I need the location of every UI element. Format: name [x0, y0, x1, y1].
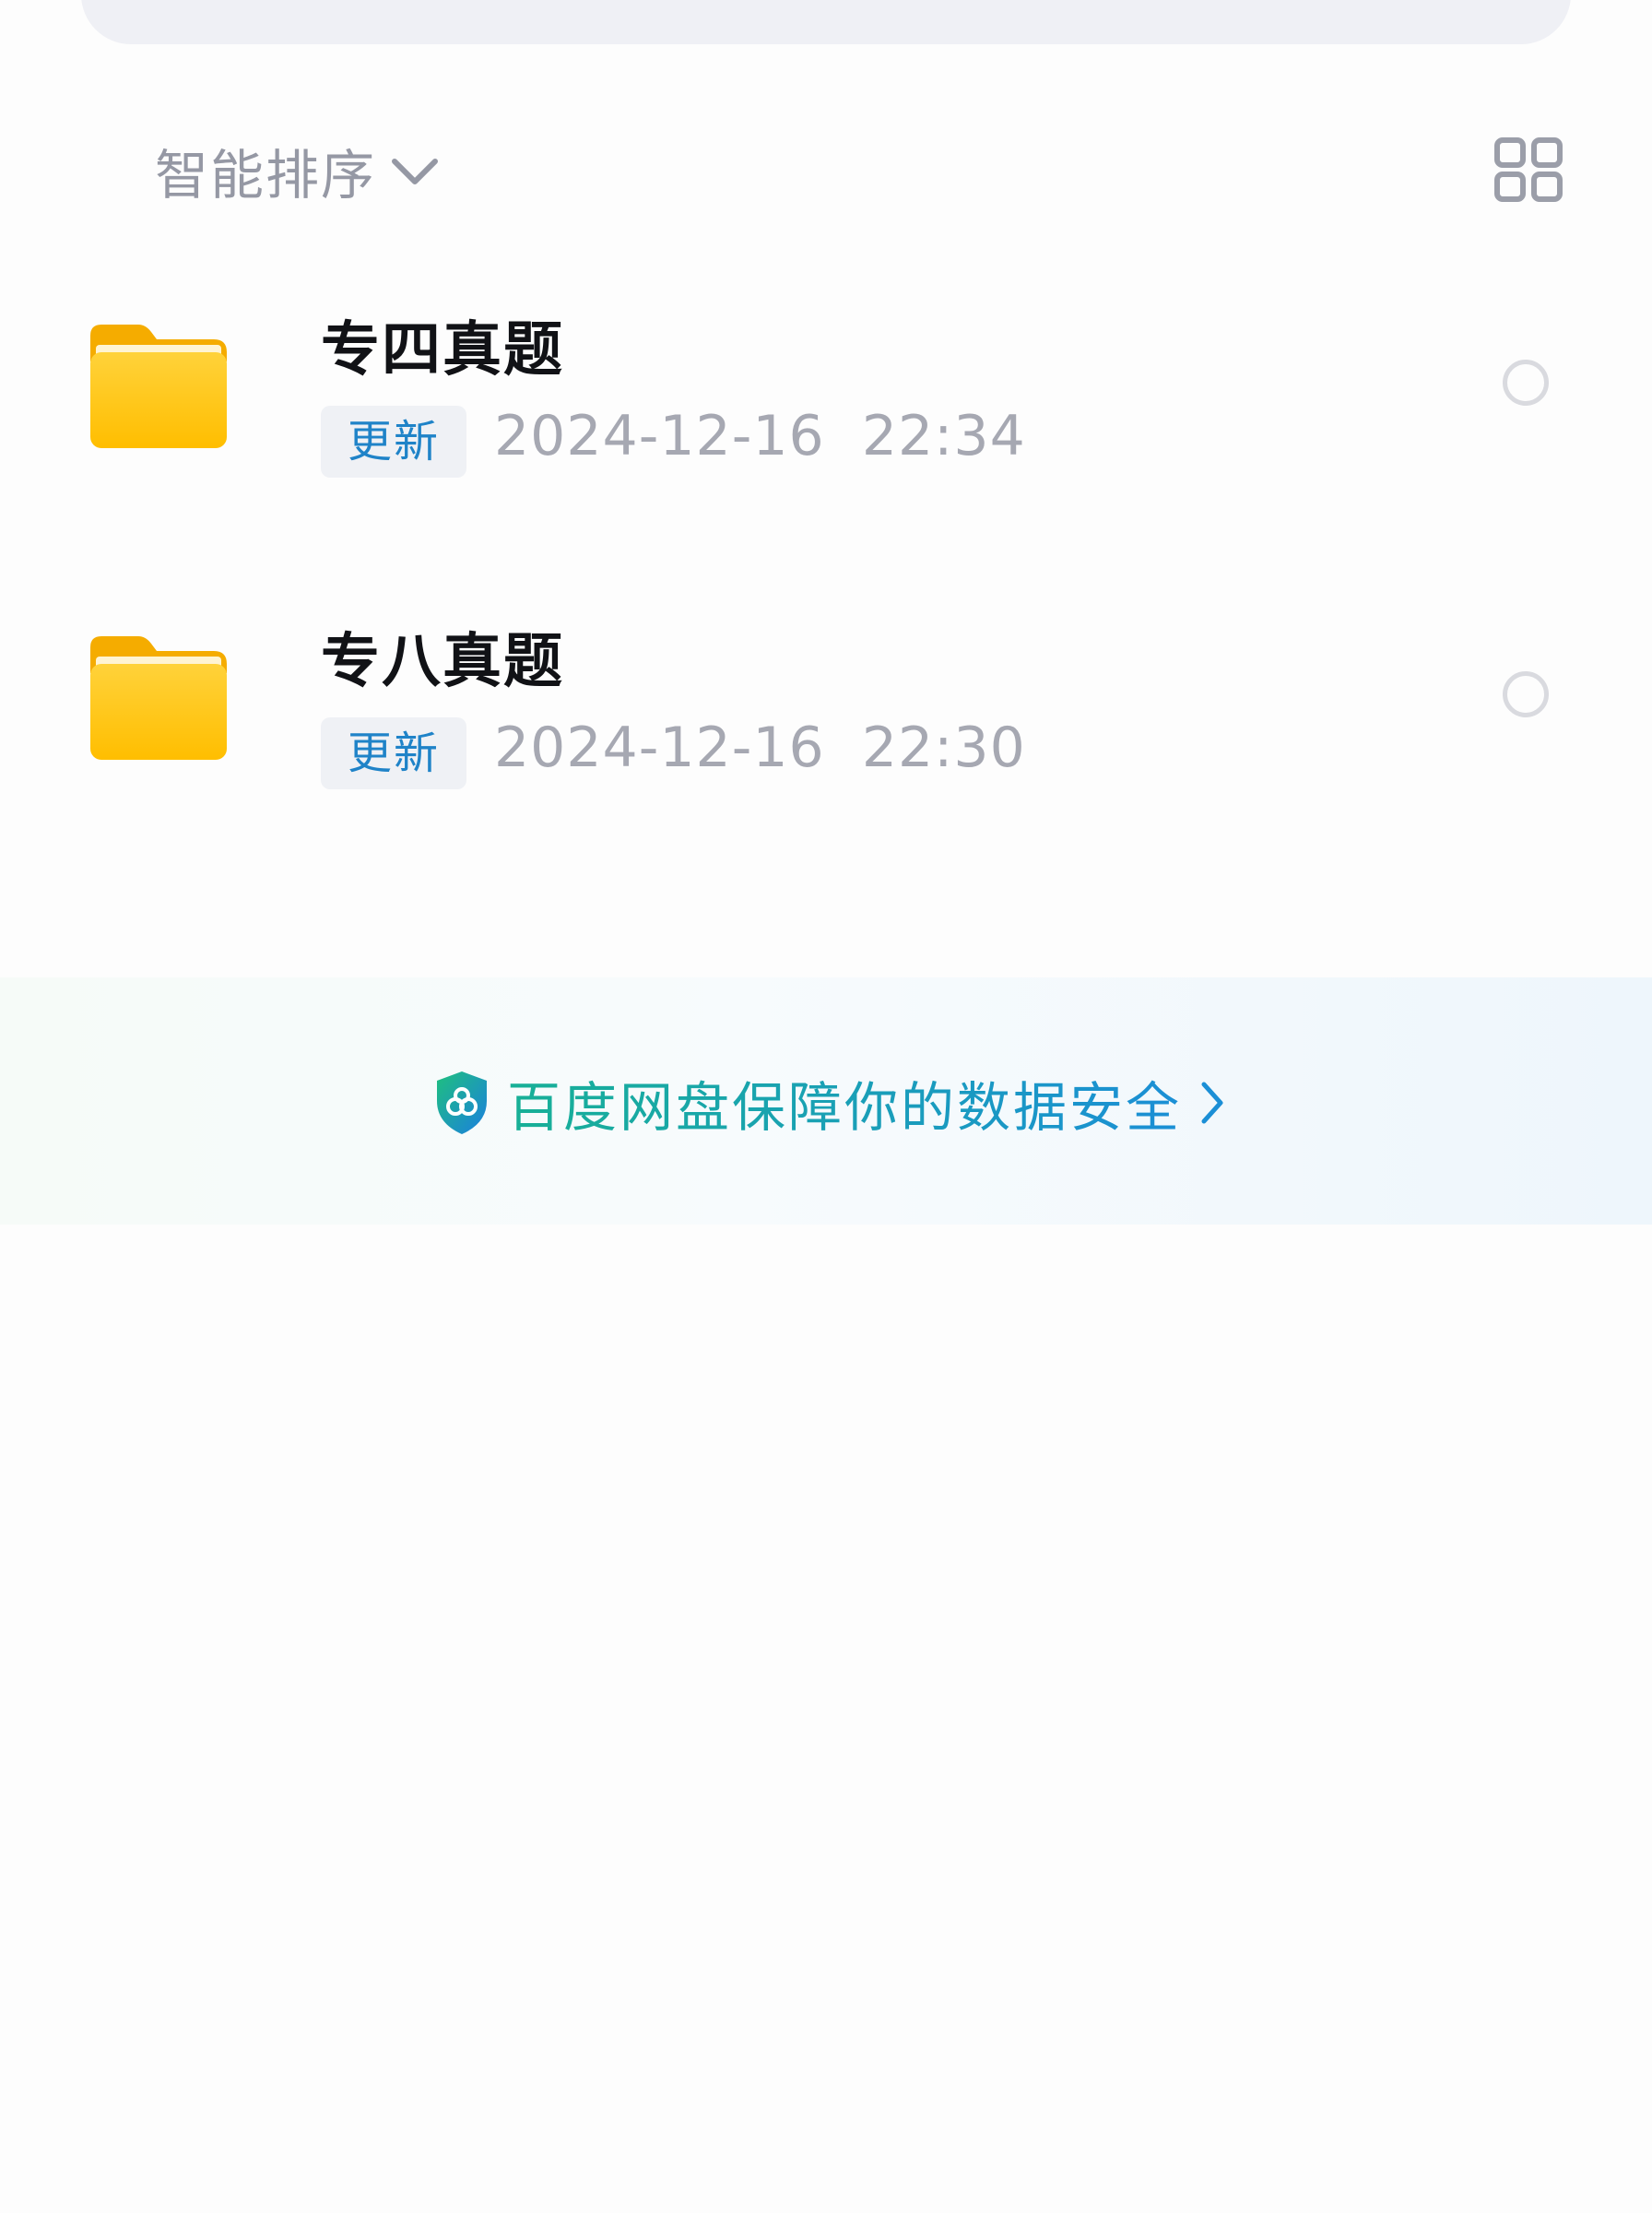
- file-timestamp: 2024-12-16 22:30: [494, 716, 1026, 780]
- file-list-item[interactable]: 专八真题 更新 2024-12-16 22:30: [0, 579, 1652, 856]
- update-badge: 更新: [321, 717, 466, 789]
- file-list-item[interactable]: 专四真题 更新 2024-12-16 22:34: [0, 267, 1652, 544]
- folder-icon: [90, 325, 227, 448]
- sort-dropdown[interactable]: 智能排序: [155, 129, 441, 212]
- shield-icon: [437, 1071, 487, 1134]
- security-text: 百度网盘保障你的数据安全: [507, 1064, 1182, 1142]
- sort-label: 智能排序: [155, 144, 377, 207]
- grid-view-icon[interactable]: [1493, 136, 1564, 203]
- select-radio[interactable]: [1503, 360, 1549, 406]
- file-name: 专四真题: [321, 316, 564, 385]
- file-timestamp: 2024-12-16 22:34: [494, 404, 1026, 468]
- chevron-down-icon: [392, 159, 439, 184]
- folder-icon: [90, 636, 227, 760]
- update-badge: 更新: [321, 406, 466, 478]
- chevron-right-icon: [1201, 1082, 1223, 1124]
- select-radio[interactable]: [1503, 671, 1549, 717]
- file-name: 专八真题: [321, 628, 564, 696]
- search-bar[interactable]: [81, 0, 1571, 44]
- security-link[interactable]: 百度网盘保障你的数据安全: [433, 1070, 1226, 1139]
